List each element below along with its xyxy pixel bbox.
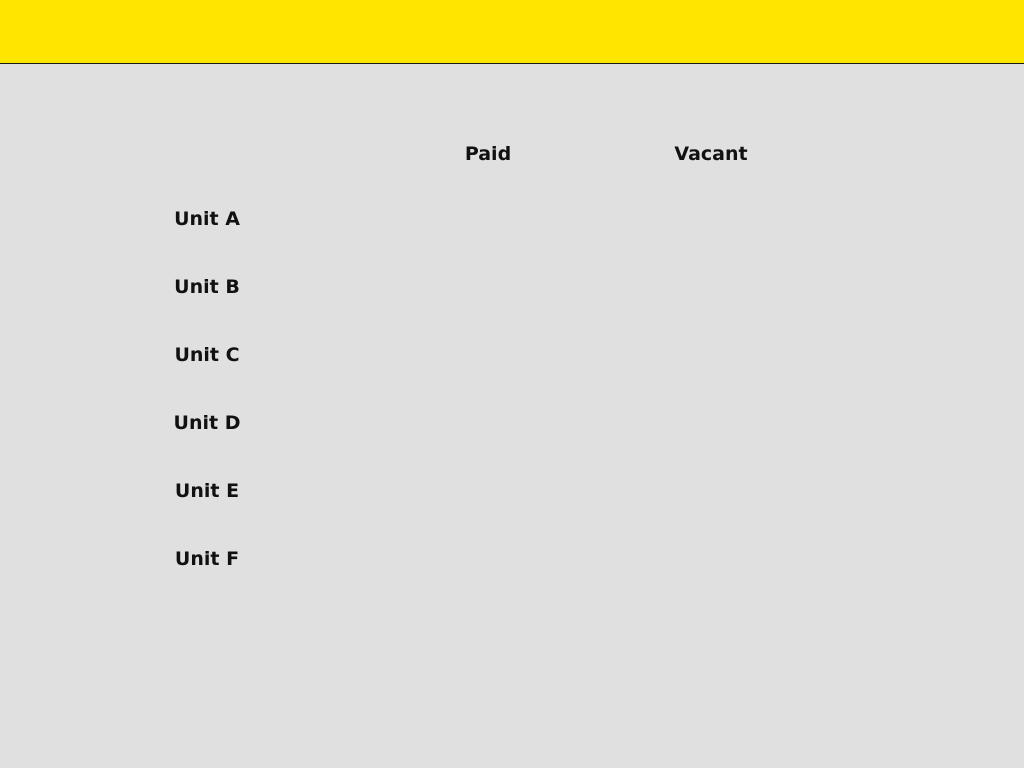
cell-unit-f-paid[interactable] <box>428 539 548 579</box>
cell-unit-d-vacant[interactable] <box>651 403 771 443</box>
cell-unit-b-vacant[interactable] <box>651 267 771 307</box>
unit-status-grid: Paid Vacant Unit A Unit B Unit C Unit D … <box>0 0 1024 768</box>
row-label-unit-e: Unit E <box>174 480 240 502</box>
cell-unit-e-vacant[interactable] <box>651 471 771 511</box>
column-header-vacant: Vacant <box>674 143 748 165</box>
row-label-unit-a: Unit A <box>174 208 240 230</box>
row-label-unit-f: Unit F <box>174 548 240 570</box>
cell-unit-c-vacant[interactable] <box>651 335 771 375</box>
cell-unit-c-paid[interactable] <box>428 335 548 375</box>
cell-unit-e-paid[interactable] <box>428 471 548 511</box>
cell-unit-d-paid[interactable] <box>428 403 548 443</box>
row-label-unit-d: Unit D <box>173 412 241 434</box>
cell-unit-a-vacant[interactable] <box>651 199 771 239</box>
row-label-unit-b: Unit B <box>174 276 240 298</box>
cell-unit-a-paid[interactable] <box>428 199 548 239</box>
cell-unit-f-vacant[interactable] <box>651 539 771 579</box>
cell-unit-b-paid[interactable] <box>428 267 548 307</box>
row-label-unit-c: Unit C <box>174 344 240 366</box>
column-header-paid: Paid <box>464 143 512 165</box>
